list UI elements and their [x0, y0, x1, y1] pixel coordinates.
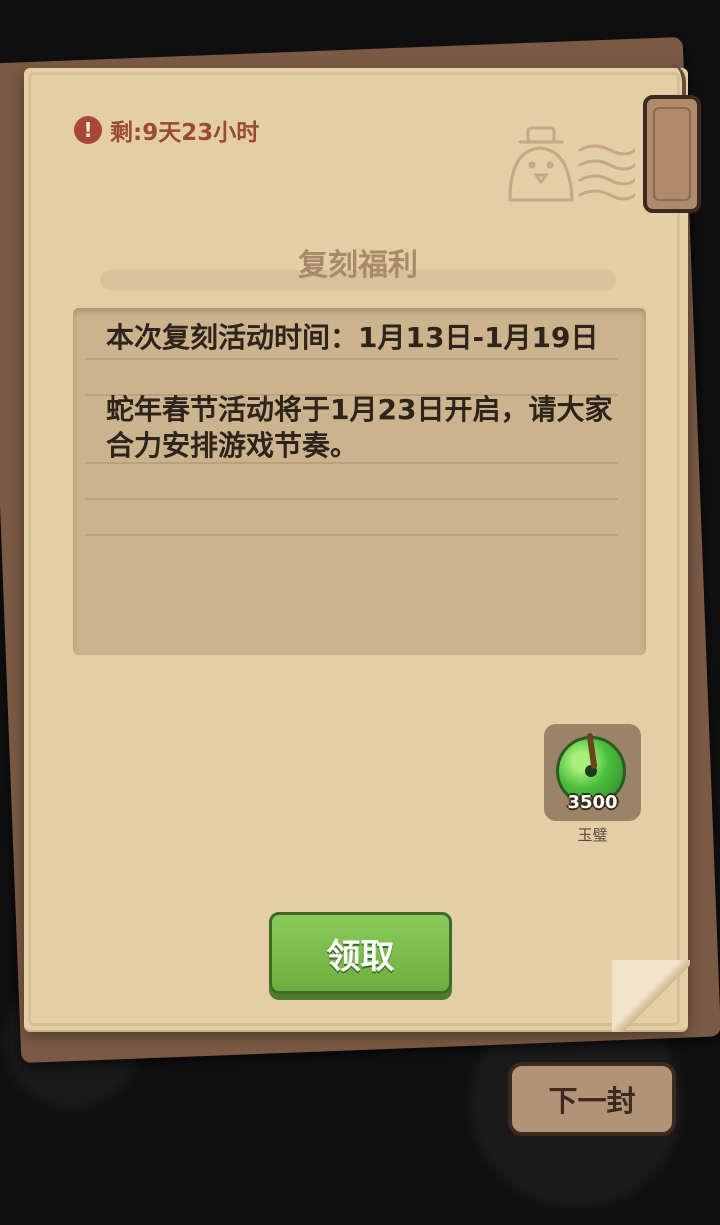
tag-pattern-icon: [653, 107, 691, 201]
letter-tag-button[interactable]: [643, 95, 701, 213]
page-fold-corner: [612, 960, 690, 1032]
remaining-time: ! 剩:9天23小时: [74, 113, 259, 147]
mail-screen: ! 剩:9天23小时 复刻福利 本次复刻活动时间：1月13日-1月19日 蛇年春…: [0, 0, 720, 1225]
reward-name: 玉璧: [577, 826, 608, 844]
content-rule: [85, 534, 618, 536]
letter-content-panel: 本次复刻活动时间：1月13日-1月19日 蛇年春节活动将于1月23日开启，请大家…: [73, 308, 646, 655]
postmark-stamp-icon: [508, 126, 635, 202]
reward-item[interactable]: 3500: [544, 724, 641, 821]
reward-count: 3500: [567, 792, 618, 813]
alert-icon: !: [74, 116, 102, 144]
jade-string: [586, 732, 598, 770]
letter-body-text: 本次复刻活动时间：1月13日-1月19日 蛇年春节活动将于1月23日开启，请大家…: [106, 321, 613, 462]
next-letter-button[interactable]: 下一封: [508, 1062, 676, 1136]
claim-button[interactable]: 领取: [269, 912, 452, 994]
letter-title: 复刻福利: [298, 248, 418, 283]
content-rule: [85, 498, 618, 500]
remaining-time-text: 剩:9天23小时: [110, 120, 260, 146]
